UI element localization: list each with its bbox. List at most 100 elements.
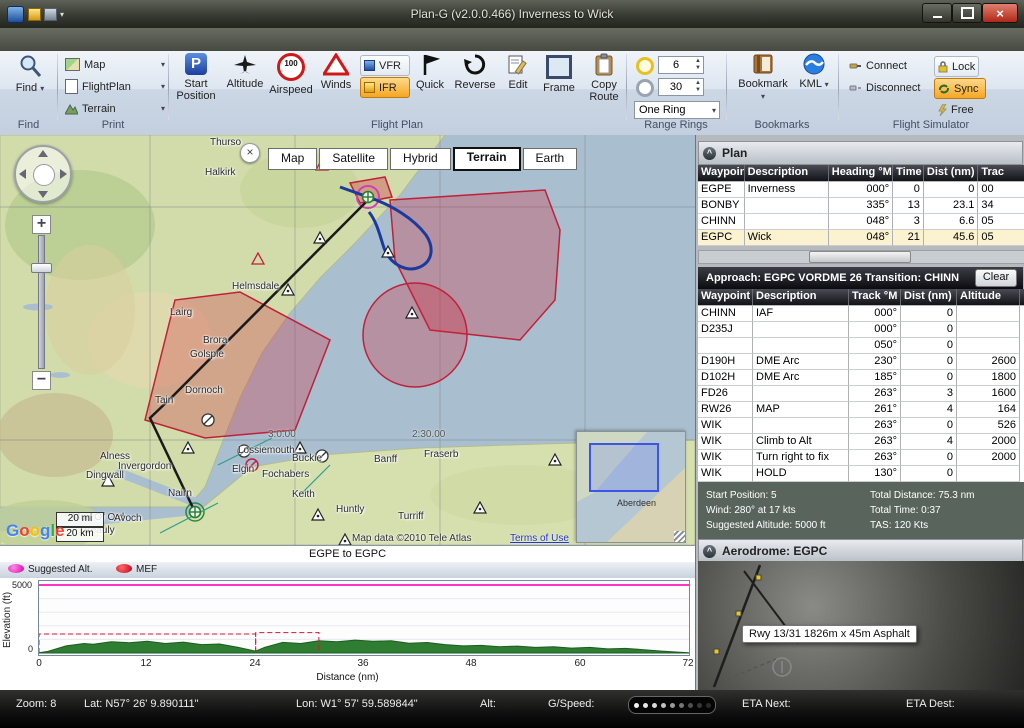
altitude-button[interactable]: Altitude	[224, 53, 266, 117]
ring-spacing-spinner[interactable]: 30▲▼	[658, 78, 704, 96]
map-type-earth[interactable]: Earth	[523, 148, 578, 170]
inset-view-rect[interactable]	[589, 443, 659, 492]
table-row[interactable]: FD26263°31600	[698, 386, 1024, 402]
graticule-label: 3:0.00	[268, 429, 296, 440]
winds-button[interactable]: Winds	[316, 53, 356, 117]
copy-route-icon	[594, 53, 614, 76]
frame-button[interactable]: Frame	[538, 53, 580, 117]
map-type-satellite[interactable]: Satellite	[319, 148, 388, 170]
sync-icon	[938, 83, 950, 95]
table-row[interactable]: CHINN048°36.605	[698, 214, 1024, 230]
minimize-button[interactable]	[922, 3, 952, 23]
pan-left-icon[interactable]	[19, 169, 26, 179]
right-panel: ^ Plan Waypoint Description Heading °M T…	[695, 135, 1024, 690]
map-place-label: Golspie	[190, 349, 224, 360]
scrollbar-thumb[interactable]	[809, 251, 911, 263]
table-row[interactable]: RW26MAP261°4164	[698, 402, 1024, 418]
graticule-label: 2:30.00	[412, 429, 445, 440]
table-row[interactable]: WIK263°0526	[698, 418, 1024, 434]
sync-button[interactable]: Sync	[934, 78, 986, 99]
free-button[interactable]: Free	[934, 100, 977, 119]
vfr-button[interactable]: VFR	[360, 55, 410, 76]
ring-mode-dropdown[interactable]: One Ring▾	[634, 101, 720, 119]
group-label-flight-plan: Flight Plan	[168, 119, 626, 131]
ring-count-spinner[interactable]: 6▲▼	[658, 56, 704, 74]
collapse-icon[interactable]: ^	[703, 147, 716, 160]
chart-legend: Suggested Alt. MEF	[0, 562, 695, 578]
y-axis-label: Elevation (ft)	[2, 592, 13, 648]
bookmark-button[interactable]: Bookmark ▾	[736, 53, 790, 117]
maximize-button[interactable]	[952, 3, 982, 23]
table-row-selected[interactable]: EGPCWick048°2145.605	[698, 230, 1024, 246]
table-row[interactable]: D235J000°0	[698, 322, 1024, 338]
kml-button[interactable]: KML ▾	[794, 53, 834, 117]
group-label-bookmarks: Bookmarks	[726, 119, 838, 131]
edit-button[interactable]: Edit	[500, 53, 536, 117]
map-type-hybrid[interactable]: Hybrid	[390, 148, 451, 170]
spinner-arrows-icon[interactable]: ▲▼	[693, 80, 703, 94]
clear-approach-button[interactable]: Clear	[975, 269, 1017, 287]
close-icon: ×	[996, 6, 1004, 21]
connect-button[interactable]: Connect	[846, 56, 910, 75]
table-row[interactable]: 050°0	[698, 338, 1024, 354]
plus-icon: +	[37, 215, 46, 232]
status-eta-next: ETA Next:	[742, 698, 791, 710]
resize-handle-icon[interactable]	[674, 531, 685, 542]
pan-right-icon[interactable]	[60, 169, 67, 179]
map-place-label: Brora	[203, 335, 227, 346]
map-type-buttons: Map Satellite Hybrid Terrain Earth	[268, 147, 577, 171]
map-place-label: Lossiemouth	[238, 445, 295, 456]
table-row[interactable]: D190HDME Arc230°02600	[698, 354, 1024, 370]
terms-link[interactable]: Terms of Use	[510, 533, 569, 544]
pan-hand-icon[interactable]	[33, 164, 55, 186]
table-row[interactable]: WIKClimb to Alt263°42000	[698, 434, 1024, 450]
quick-button[interactable]: Quick	[410, 53, 450, 117]
disconnect-icon	[849, 82, 862, 94]
table-row[interactable]: CHINNIAF000°0	[698, 306, 1024, 322]
print-map-button[interactable]: Map▾	[62, 55, 168, 74]
zoom-in-button[interactable]: +	[32, 215, 51, 234]
lock-button[interactable]: Lock	[934, 56, 979, 77]
zoom-slider-thumb[interactable]	[31, 263, 52, 273]
overview-inset[interactable]: Aberdeen	[576, 431, 686, 543]
table-row[interactable]: EGPEInverness000°0000	[698, 182, 1024, 198]
table-row[interactable]: WIKHOLD130°0	[698, 466, 1024, 482]
table-row[interactable]: D102HDME Arc185°01800	[698, 370, 1024, 386]
free-icon	[937, 104, 947, 116]
map-type-map[interactable]: Map	[268, 148, 317, 170]
find-button[interactable]: Find ▾	[8, 53, 52, 117]
pan-up-icon[interactable]	[38, 150, 48, 157]
zoom-out-button[interactable]: −	[32, 371, 51, 390]
pan-control[interactable]	[14, 145, 72, 203]
map-place-label: Dornoch	[185, 385, 223, 396]
map-viewport[interactable]: Halkirk Helmsdale Lairg Brora Golspie Do…	[0, 135, 695, 545]
print-flightplan-button[interactable]: FlightPlan▾	[62, 77, 168, 96]
title-bar[interactable]: ▾ Plan-G (v2.0.0.466) Inverness to Wick …	[0, 0, 1024, 29]
plan-hscrollbar[interactable]	[698, 250, 1024, 264]
aerodrome-diagram[interactable]: Rwy 13/31 1826m x 45m Asphalt	[698, 561, 1024, 690]
zoom-slider-track[interactable]	[38, 235, 45, 369]
spinner-arrows-icon[interactable]: ▲▼	[693, 58, 703, 72]
plan-section-title: Plan	[722, 146, 747, 160]
print-terrain-button[interactable]: Terrain▾	[62, 99, 168, 118]
plan-section-header[interactable]: ^ Plan	[698, 141, 1023, 165]
disconnect-button[interactable]: Disconnect	[846, 78, 923, 97]
x-tick: 12	[140, 658, 151, 669]
airspeed-button[interactable]: 100 Airspeed	[268, 53, 314, 117]
pan-down-icon[interactable]	[38, 191, 48, 198]
aerodrome-section-header[interactable]: ^ Aerodrome: EGPC	[698, 539, 1023, 563]
summary-total-distance: Total Distance: 75.3 nm	[870, 488, 975, 503]
map-place-label: Banff	[374, 454, 397, 465]
map-type-terrain[interactable]: Terrain	[453, 147, 521, 171]
status-eta-dest: ETA Dest:	[906, 698, 955, 710]
map-clear-button[interactable]: ×	[240, 143, 260, 163]
ifr-button[interactable]: IFR	[360, 77, 410, 98]
collapse-icon[interactable]: ^	[703, 545, 716, 558]
table-row[interactable]: WIKTurn right to fix263°02000	[698, 450, 1024, 466]
table-row[interactable]: BONBY335°1323.134	[698, 198, 1024, 214]
reverse-button[interactable]: Reverse	[452, 53, 498, 117]
start-position-icon: P	[185, 53, 207, 75]
start-position-button[interactable]: P Start Position	[172, 53, 220, 117]
close-button[interactable]: ×	[982, 3, 1018, 23]
copy-route-button[interactable]: Copy Route	[582, 53, 626, 117]
